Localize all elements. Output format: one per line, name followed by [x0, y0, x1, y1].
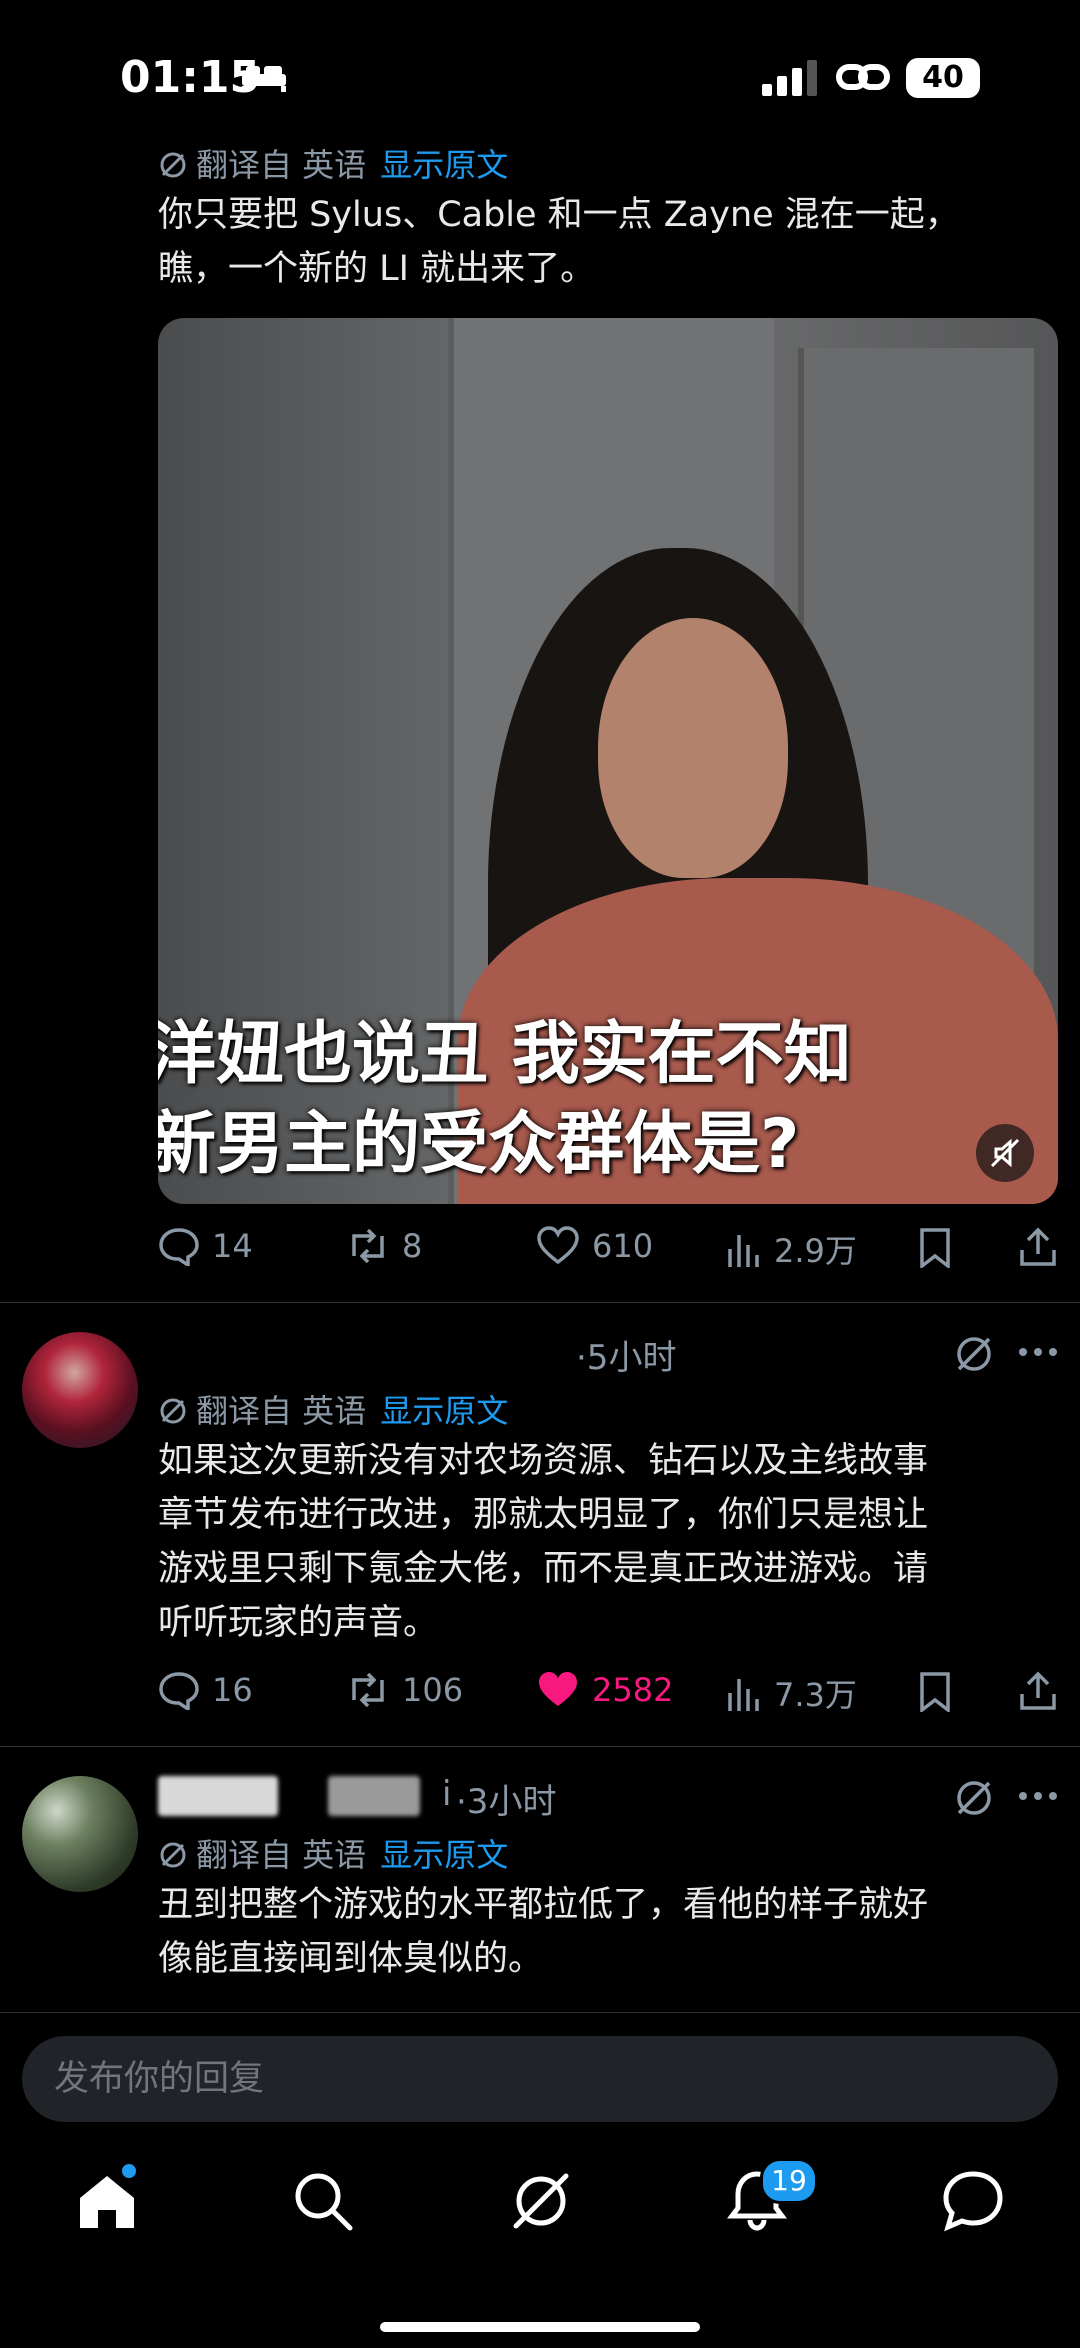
- views-chart-icon: [728, 1679, 759, 1711]
- repost-button[interactable]: 8: [346, 1226, 422, 1266]
- home-unread-dot: [122, 2164, 136, 2178]
- video-caption: 新男主的受众群体是?: [158, 1105, 800, 1184]
- bookmark-icon[interactable]: [918, 1672, 952, 1712]
- notification-badge: 19: [760, 2158, 818, 2204]
- view-count: 2.9万: [774, 1232, 857, 1270]
- show-original-link[interactable]: 显示原文: [380, 146, 508, 180]
- tweet-text: 如果这次更新没有对农场资源、钻石以及主线故事 章节发布进行改进，那就太明显了，你…: [158, 1434, 928, 1650]
- more-options-icon[interactable]: [1018, 1790, 1058, 1802]
- reply-count: 16: [212, 1671, 253, 1709]
- grok-icon[interactable]: [952, 1776, 996, 1820]
- tweet-text-line: 听听玩家的声音。: [158, 1603, 439, 1643]
- repost-count: 106: [402, 1671, 464, 1709]
- tweet-text-line: 你只要把 Sylus、Cable 和一点 Zayne 混在一起，: [158, 195, 960, 235]
- tweet-text-line: 瞧，一个新的 LI 就出来了。: [158, 249, 596, 289]
- tweet-text-line: 章节发布进行改进，那就太明显了，你们只是想让: [158, 1495, 929, 1535]
- repost-button[interactable]: 106: [346, 1670, 463, 1710]
- reply-input[interactable]: 发布你的回复: [22, 2036, 1058, 2122]
- divider: [0, 1746, 1080, 1747]
- home-indicator: [380, 2322, 700, 2332]
- reply-button[interactable]: 16: [158, 1670, 253, 1710]
- translation-label: 翻译自 英语: [196, 146, 367, 180]
- like-count: 2582: [592, 1671, 674, 1709]
- avatar[interactable]: [22, 1332, 138, 1448]
- tweet-text: 你只要把 Sylus、Cable 和一点 Zayne 混在一起， 瞧，一个新的 …: [158, 188, 960, 296]
- battery-indicator: 40: [906, 58, 980, 98]
- video-frame-detail: [598, 618, 788, 878]
- more-options-icon[interactable]: [1018, 1346, 1058, 1358]
- handle-tail: i: [442, 1774, 452, 1814]
- cellular-signal-icon: [762, 60, 817, 96]
- view-count: 7.3万: [774, 1676, 857, 1714]
- show-original-link[interactable]: 显示原文: [380, 1392, 508, 1430]
- views-button[interactable]: 2.9万: [726, 1226, 857, 1272]
- blurred-handle: [328, 1776, 420, 1816]
- blurred-display-name: [158, 1776, 278, 1816]
- reply-icon: [159, 1228, 199, 1266]
- reply-icon: [159, 1672, 199, 1710]
- post-time: ·3小时: [456, 1782, 557, 1822]
- translation-label: 翻译自 英语: [196, 1836, 367, 1874]
- avatar[interactable]: [22, 1776, 138, 1892]
- translation-header: 翻译自 英语 显示原文: [158, 1386, 508, 1432]
- personal-hotspot-icon: [836, 64, 890, 90]
- tweet-text-line: 游戏里只剩下氪金大佬，而不是真正改进游戏。请: [158, 1549, 929, 1589]
- repost-icon: [352, 1228, 384, 1264]
- like-button[interactable]: 2582: [536, 1670, 673, 1710]
- video-player[interactable]: 洋妞也说丑 我实在不知 新男主的受众群体是?: [158, 318, 1058, 1204]
- translation-header: 翻译自 英语 显示原文: [158, 1830, 508, 1876]
- tweet-text: 丑到把整个游戏的水平都拉低了，看他的样子就好 像能直接闻到体臭似的。: [158, 1878, 928, 1986]
- tweet-text-line: 如果这次更新没有对农场资源、钻石以及主线故事: [158, 1441, 929, 1481]
- muted-speaker-icon: [990, 1138, 1020, 1168]
- repost-count: 8: [402, 1227, 423, 1265]
- reply-count: 14: [212, 1227, 253, 1265]
- translation-header: 翻译自 英语 显示原文: [158, 140, 508, 180]
- mute-button[interactable]: [976, 1124, 1034, 1182]
- status-time: 01:15: [120, 52, 261, 103]
- sleep-focus-icon: [242, 66, 286, 92]
- like-button[interactable]: 610: [536, 1226, 653, 1266]
- repost-icon: [352, 1672, 384, 1708]
- grok-icon[interactable]: [952, 1332, 996, 1376]
- reply-button[interactable]: 14: [158, 1226, 253, 1266]
- post-time: ·5小时: [576, 1338, 677, 1378]
- show-original-link[interactable]: 显示原文: [380, 1836, 508, 1874]
- grok-icon[interactable]: [508, 2168, 574, 2234]
- tweet-text-line: 丑到把整个游戏的水平都拉低了，看他的样子就好: [158, 1885, 929, 1925]
- tweet-text-line: 像能直接闻到体臭似的。: [158, 1939, 544, 1979]
- bookmark-icon[interactable]: [918, 1228, 952, 1268]
- views-button[interactable]: 7.3万: [726, 1670, 857, 1716]
- grok-icon: [160, 152, 186, 178]
- video-caption: 洋妞也说丑 我实在不知: [158, 1015, 852, 1094]
- share-icon[interactable]: [1018, 1670, 1058, 1712]
- divider: [0, 1302, 1080, 1303]
- heart-icon: [537, 1226, 579, 1265]
- views-chart-icon: [728, 1235, 759, 1267]
- translation-label: 翻译自 英语: [196, 1392, 367, 1430]
- grok-icon: [160, 1398, 186, 1424]
- grok-icon: [160, 1842, 186, 1868]
- like-count: 610: [592, 1227, 654, 1265]
- heart-filled-icon: [539, 1672, 577, 1706]
- messages-icon[interactable]: [940, 2168, 1006, 2234]
- share-icon[interactable]: [1018, 1226, 1058, 1268]
- search-icon[interactable]: [290, 2168, 356, 2234]
